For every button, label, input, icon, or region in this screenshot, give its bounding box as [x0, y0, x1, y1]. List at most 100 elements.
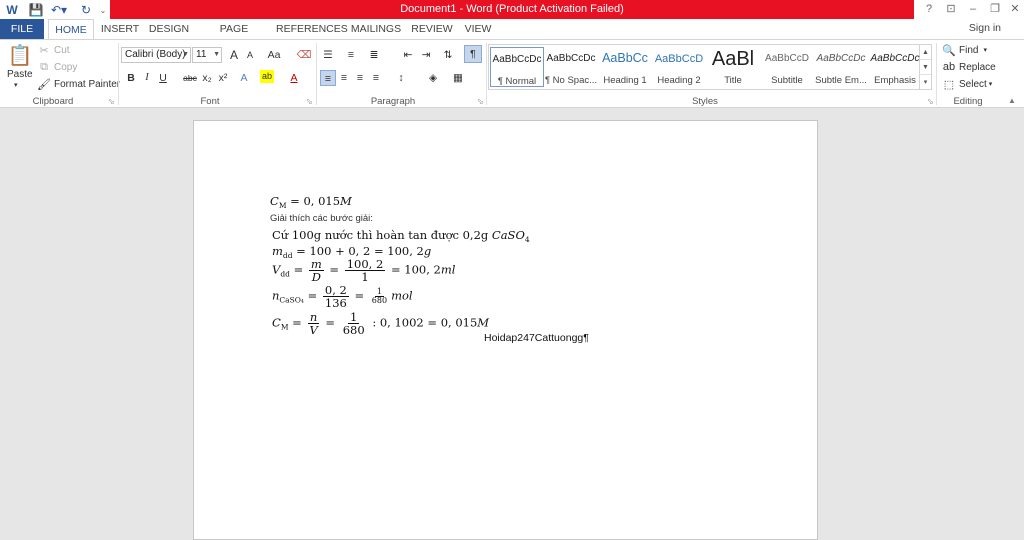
font-launcher-icon[interactable]: ⬂	[306, 97, 313, 106]
tab-home[interactable]: HOME	[48, 19, 94, 40]
expr: = 0, 015	[286, 194, 341, 208]
superscript-button[interactable]: x²	[215, 70, 231, 86]
sort-icon[interactable]: ⇅	[440, 47, 456, 63]
font-size-combo[interactable]: 11 ▼	[192, 47, 222, 63]
style-preview: AaBbCcDc	[492, 54, 542, 65]
expr: = 100, 2	[387, 262, 441, 277]
strikethrough-button[interactable]: abc	[180, 70, 200, 86]
document-page[interactable]: CM = 0, 015M Giải thích các bước giải: C…	[193, 120, 818, 540]
show-marks-button[interactable]: ¶	[464, 45, 482, 63]
restore-button[interactable]: ❐	[984, 1, 1006, 17]
shading-icon[interactable]: ◈	[425, 70, 441, 86]
replace-icon: ab	[942, 61, 956, 73]
find-button[interactable]: 🔍 Find ▾	[942, 43, 987, 57]
customize-quick-access-icon[interactable]: ⌄	[98, 2, 108, 18]
chevron-up-icon[interactable]: ▲	[920, 45, 931, 60]
minimize-button[interactable]: –	[962, 1, 984, 17]
unit: M	[477, 315, 490, 330]
chevron-down-icon[interactable]: ▼	[920, 60, 931, 75]
style-preview: AaBbCc	[602, 51, 648, 65]
italic-button[interactable]: I	[139, 70, 155, 86]
help-button[interactable]: ?	[918, 1, 940, 17]
text-effects-button[interactable]: A	[236, 70, 252, 86]
denominator: 136	[324, 296, 347, 310]
fraction: 100, 21	[344, 258, 386, 284]
decrease-indent-icon[interactable]: ⇤	[400, 47, 416, 63]
tab-page-layout[interactable]: PAGE LAYOUT	[198, 19, 270, 55]
font-color-button[interactable]: A	[286, 70, 302, 86]
replace-button[interactable]: ab Replace	[942, 60, 996, 74]
close-button[interactable]: ✕	[1004, 1, 1024, 17]
collapse-ribbon-icon[interactable]: ▲	[1008, 96, 1016, 105]
style-subtitle[interactable]: AaBbCcD Subtitle	[760, 47, 814, 87]
clipboard-launcher-icon[interactable]: ⬂	[108, 97, 115, 106]
copy-button[interactable]: ⧉ Copy	[37, 60, 77, 74]
style-subtle-emphasis[interactable]: AaBbCcDc Subtle Em...	[814, 47, 868, 87]
cut-button[interactable]: ✂ Cut	[37, 43, 69, 57]
style-normal[interactable]: AaBbCcDc ¶ Normal	[490, 47, 544, 87]
tab-review[interactable]: REVIEW	[410, 19, 454, 39]
tab-view[interactable]: VIEW	[460, 19, 496, 39]
style-preview: AaBbCcD	[654, 53, 704, 65]
paste-button[interactable]: Paste	[7, 69, 33, 80]
document-area: CM = 0, 015M Giải thích các bước giải: C…	[0, 108, 1024, 540]
underline-button[interactable]: U	[155, 70, 171, 86]
align-right-icon[interactable]: ≡	[352, 70, 368, 86]
align-left-icon[interactable]: ≡	[320, 70, 336, 86]
paste-icon[interactable]: 📋	[8, 42, 33, 68]
font-name-combo[interactable]: Calibri (Body) ▼	[121, 47, 191, 63]
ribbon-tabs: FILE HOME INSERT DESIGN PAGE LAYOUT REFE…	[0, 19, 1024, 55]
denominator: 1	[361, 270, 369, 284]
more-styles-icon[interactable]: ▾	[920, 75, 931, 90]
tab-file[interactable]: FILE	[0, 19, 44, 39]
multilevel-list-icon[interactable]: ≣	[366, 47, 382, 63]
styles-gallery-scroll[interactable]: ▲ ▼ ▾	[920, 44, 932, 90]
word-logo-icon: W	[6, 3, 18, 17]
save-icon[interactable]: 💾	[28, 2, 44, 18]
shrink-font-button[interactable]: A	[242, 47, 258, 63]
unit: g	[423, 244, 432, 258]
format-painter-label: Format Painter	[54, 78, 121, 90]
paste-dropdown-icon[interactable]: ▾	[14, 81, 18, 89]
change-case-button[interactable]: Aa	[263, 47, 285, 63]
tab-mailings[interactable]: MAILINGS	[350, 19, 402, 39]
format-painter-button[interactable]: 🖌 Format Painter	[37, 77, 120, 91]
tab-insert[interactable]: INSERT	[98, 19, 142, 39]
tab-design[interactable]: DESIGN	[146, 19, 192, 39]
align-center-icon[interactable]: ≡	[336, 70, 352, 86]
style-preview: AaBbCcD	[765, 53, 809, 64]
select-label: Select	[959, 78, 987, 90]
justify-icon[interactable]: ≡	[368, 70, 384, 86]
font-name-value: Calibri (Body)	[125, 49, 186, 60]
grow-font-button[interactable]: A	[226, 47, 242, 63]
ribbon-display-options-button[interactable]: ⊡	[940, 1, 962, 17]
borders-icon[interactable]: ▦	[450, 70, 466, 86]
styles-launcher-icon[interactable]: ⬂	[927, 97, 934, 106]
numbering-icon[interactable]: ≡	[343, 47, 359, 63]
style-no-spacing[interactable]: AaBbCcDc ¶ No Spac...	[544, 47, 598, 87]
redo-icon[interactable]: ↻	[78, 2, 94, 18]
style-emphasis[interactable]: AaBbCcDc Emphasis	[868, 47, 922, 87]
style-heading-1[interactable]: AaBbCc Heading 1	[598, 47, 652, 87]
ribbon: 📋 Paste ▾ ✂ Cut ⧉ Copy 🖌 Format Painter Cli…	[0, 39, 1024, 108]
line-spacing-icon[interactable]: ↕	[393, 70, 409, 86]
style-heading-2[interactable]: AaBbCcD Heading 2	[652, 47, 706, 87]
select-button[interactable]: ⬚ Select ▾	[942, 77, 993, 91]
fraction: 1 680	[341, 311, 367, 336]
paragraph-group-label: Paragraph	[370, 96, 416, 107]
increase-indent-icon[interactable]: ⇥	[418, 47, 434, 63]
undo-icon[interactable]: ↶▾	[50, 2, 68, 18]
style-preview: AaBbCcDc	[816, 53, 866, 64]
sign-in-link[interactable]: Sign in	[969, 22, 1001, 34]
bold-button[interactable]: B	[123, 70, 139, 86]
unit: ml	[440, 262, 456, 277]
clear-formatting-icon[interactable]: ⌫	[296, 47, 312, 63]
subscript-button[interactable]: x₂	[199, 70, 215, 86]
bullets-icon[interactable]: ☰	[320, 47, 336, 63]
highlight-button[interactable]: ab	[260, 70, 274, 83]
tab-references[interactable]: REFERENCES	[276, 19, 348, 39]
paragraph-launcher-icon[interactable]: ⬂	[477, 97, 484, 106]
var: C	[272, 315, 281, 330]
style-title[interactable]: AaBl Title	[706, 47, 760, 87]
chevron-down-icon: ▾	[983, 47, 987, 54]
